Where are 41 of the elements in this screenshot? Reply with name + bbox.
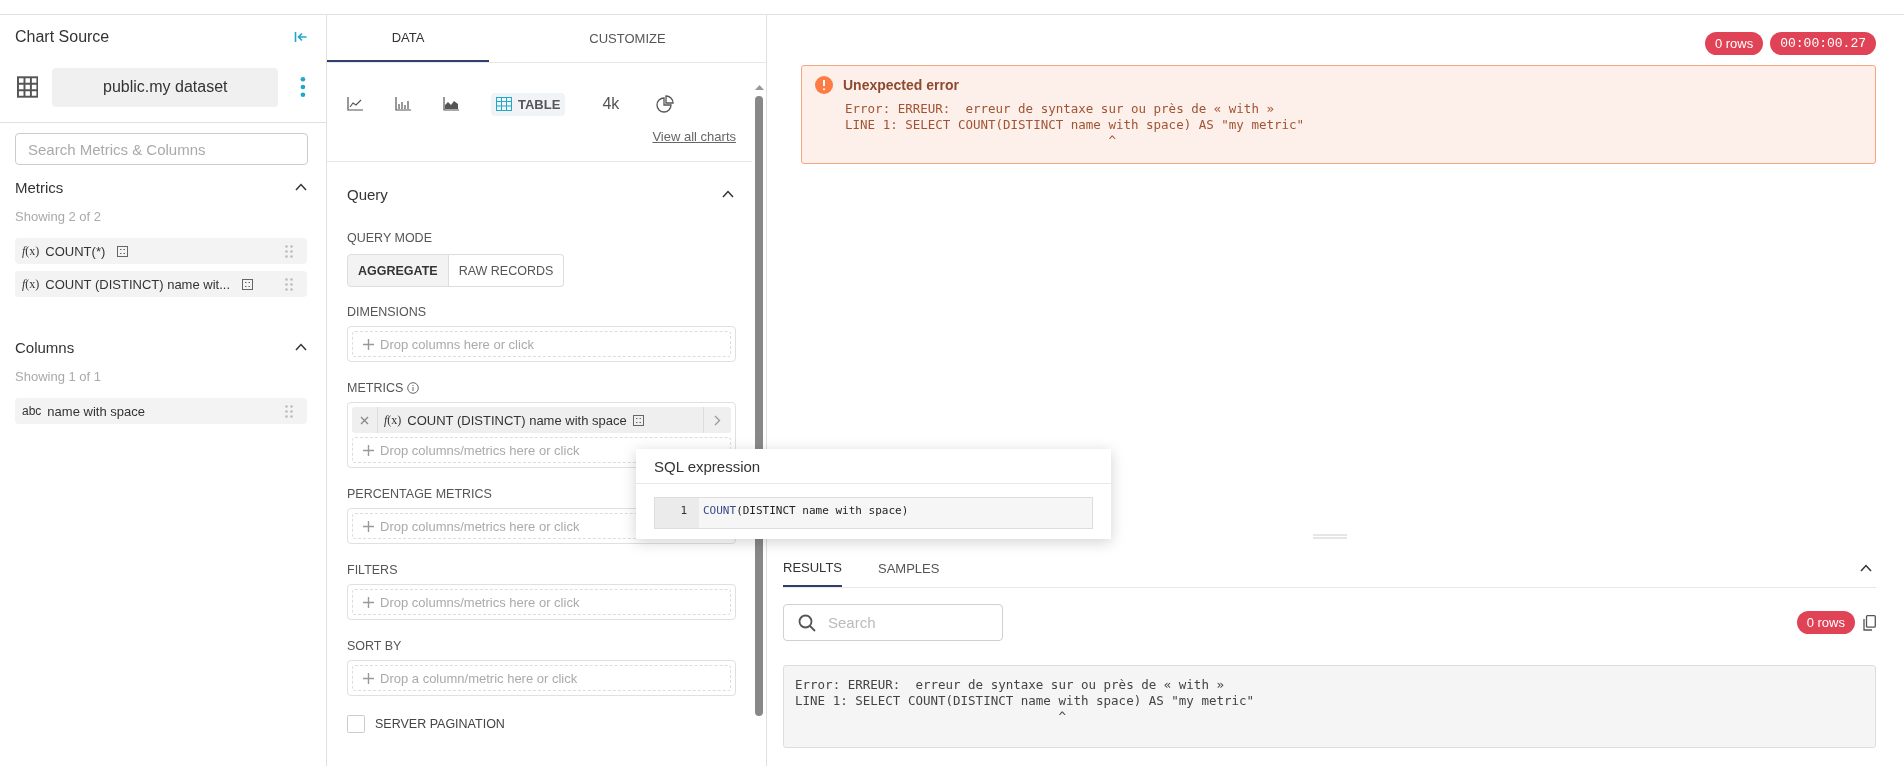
section-title: Query — [347, 185, 388, 203]
dataset-button[interactable]: public.my dataset — [52, 67, 279, 107]
tab[interactable]: CUSTOMIZE — [489, 15, 766, 62]
control-label: METRICS — [347, 381, 404, 395]
list-item[interactable]: f(x) COUNT (DISTINCT) name wit... — [15, 271, 307, 297]
line-number: 1 — [655, 498, 699, 528]
code-editor[interactable]: 1 COUNT(DISTINCT name with space) — [654, 497, 1093, 529]
error-message: Error: ERREUR: erreur de syntaxe sur ou près de « with » — [845, 101, 1275, 117]
tab[interactable]: DATA — [327, 15, 489, 62]
status-badge: 00:00:00.27 — [1770, 32, 1876, 55]
error-title: Unexpected error — [843, 77, 959, 93]
table-chart-button[interactable]: TABLE — [491, 92, 566, 116]
view-all-charts-link[interactable]: View all charts — [652, 129, 736, 144]
section-title: Metrics — [15, 178, 64, 196]
panel-title: Chart Source — [15, 28, 110, 46]
error-message: Error: ERREUR: erreur de syntaxe sur ou près de « with » — [795, 677, 1225, 693]
error-message: LINE 1: SELECT COUNT(DISTINCT name with space) AS "my metric" — [845, 117, 1306, 133]
control-label: FILTERS — [347, 563, 398, 577]
item-count: Showing 2 of 2 — [15, 209, 102, 224]
mode-toggle[interactable]: AGGREGATE — [347, 254, 449, 287]
control-label: DIMENSIONS — [347, 305, 427, 319]
list-item[interactable]: f(x) COUNT(*) — [15, 238, 307, 264]
list-item[interactable]: abc name with space — [15, 398, 307, 424]
row-count-badge: 0 rows — [1796, 611, 1855, 634]
metric-chip[interactable]: f(x) COUNT (DISTINCT) name with space — [352, 407, 731, 433]
big-number-button[interactable]: 4k — [597, 91, 625, 117]
status-badge: 0 rows — [1704, 32, 1764, 55]
error-message: LINE 1: SELECT COUNT(DISTINCT name with space) AS "my metric" — [795, 693, 1256, 709]
error-message: ^ — [1057, 709, 1067, 725]
control-label: QUERY MODE — [347, 231, 432, 245]
search-field[interactable]: Search — [783, 604, 1003, 641]
tab[interactable]: RESULTS — [783, 549, 842, 587]
tab[interactable]: SAMPLES — [878, 549, 940, 587]
section-title: Columns — [15, 338, 75, 356]
checkbox-label: SERVER PAGINATION — [375, 717, 505, 731]
search-field[interactable]: Search Metrics & Columns — [15, 133, 308, 165]
item-count: Showing 1 of 1 — [15, 369, 102, 384]
error-message: ^ — [1107, 133, 1117, 149]
mode-toggle[interactable]: RAW RECORDS — [448, 254, 565, 287]
control-label: PERCENTAGE METRICS — [347, 487, 492, 501]
control-label: SORT BY — [347, 639, 402, 653]
